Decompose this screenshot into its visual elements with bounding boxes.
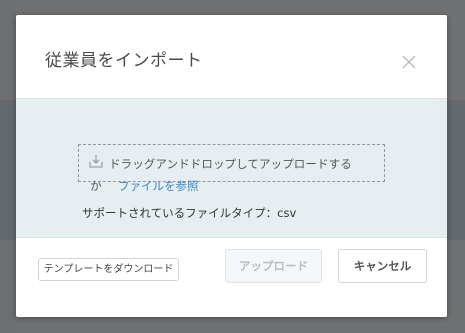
dropzone-instruction-tail: か [90,179,102,193]
download-tray-icon [88,153,104,169]
supported-file-types: サポートされているファイルタイプ：csv [82,206,297,220]
download-template-button[interactable]: テンプレートをダウンロード [38,258,179,281]
import-employees-modal: 従業員をインポート ドラッグアンドドロップしてアップロードする か ファイルを参… [16,15,447,317]
browse-file-link[interactable]: ファイルを参照 [118,178,199,194]
modal-header: 従業員をインポート [16,15,447,99]
dropzone-instruction: ドラッグアンドドロップしてアップロードする [109,157,352,171]
modal-body: ドラッグアンドドロップしてアップロードする か ファイルを参照 サポートされてい… [16,99,447,238]
cancel-button[interactable]: キャンセル [338,249,427,283]
background-strip-left [0,100,16,240]
file-dropzone[interactable]: ドラッグアンドドロップしてアップロードする か ファイルを参照 [78,144,385,193]
modal-title: 従業員をインポート [45,51,203,71]
upload-button[interactable]: アップロード [225,249,322,283]
background-strip-right [447,100,465,240]
close-icon[interactable] [399,52,419,72]
